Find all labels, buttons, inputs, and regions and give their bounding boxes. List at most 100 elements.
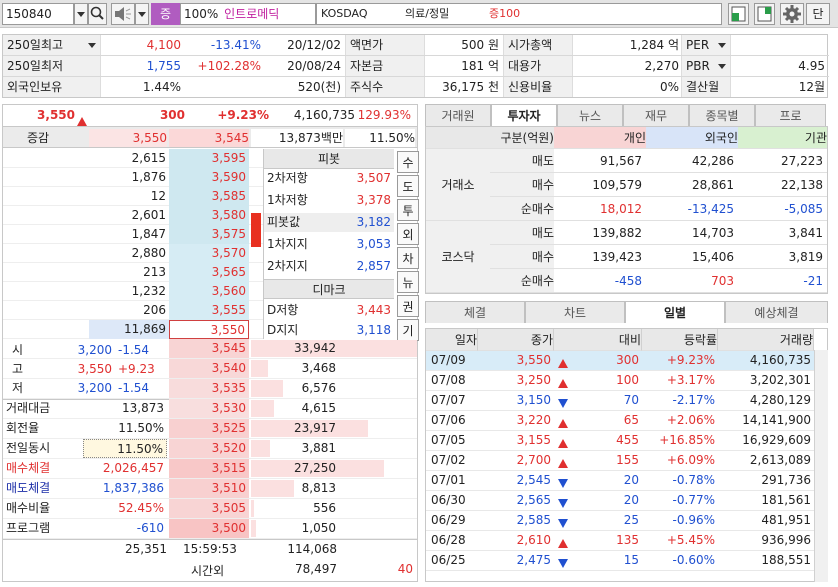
ohl-pct: -1.54 — [118, 381, 150, 395]
ask-volume: 1,232 — [131, 284, 166, 298]
daily-volume: 14,141,900 — [742, 413, 811, 427]
ask-price[interactable]: 3,550 — [169, 320, 249, 339]
code-dropdown-button[interactable] — [74, 3, 88, 25]
subst-value: 2,270 — [644, 59, 679, 73]
investor-cell: 15,406 — [646, 245, 738, 269]
stat-value: 11.50% — [83, 439, 167, 458]
daily-pct: +9.23% — [666, 353, 715, 367]
daily-row[interactable]: 06/25 2,475 15 -0.60% 188,551 — [426, 551, 827, 571]
info-tab[interactable]: 프로 — [755, 104, 826, 126]
bid-volume: 556 — [313, 501, 336, 515]
bid-price[interactable]: 3,505 — [169, 499, 249, 518]
up-arrow-icon — [558, 436, 568, 450]
ask-price[interactable]: 3,570 — [169, 244, 249, 263]
sound-button[interactable] — [111, 3, 135, 25]
layout-button-2[interactable] — [754, 3, 775, 25]
daily-row[interactable]: 07/07 3,150 70 -2.17% 4,280,129 — [426, 391, 827, 411]
side-tab[interactable]: 도 — [397, 175, 419, 197]
ask-row: 2,615 3,595 — [3, 149, 263, 168]
pivot-title: 피봇 — [264, 149, 394, 169]
stock-name-box[interactable]: 100% 인트로메딕 — [180, 3, 316, 25]
bid-price[interactable]: 3,515 — [169, 459, 249, 478]
ask-total: 25,351 — [125, 542, 167, 556]
ask-price[interactable]: 3,555 — [169, 301, 249, 320]
investor-header-cell: 구분(억원) — [426, 127, 554, 149]
bid-price[interactable]: 3,500 — [169, 519, 249, 538]
trade-tab[interactable]: 일별 — [625, 301, 725, 323]
ask-price[interactable]: 3,580 — [169, 206, 249, 225]
chevron-down-icon — [718, 64, 726, 69]
per-dropdown[interactable] — [715, 35, 729, 55]
daily-header-cell: 등락률 — [642, 329, 718, 351]
ask-price[interactable]: 3,595 — [169, 149, 249, 168]
best-bid: 3,545 — [169, 129, 249, 147]
info-tab[interactable]: 종목별 — [689, 104, 755, 126]
settings-button[interactable] — [780, 3, 804, 25]
ask-price[interactable]: 3,585 — [169, 187, 249, 206]
info-tab[interactable]: 투자자 — [491, 104, 557, 126]
ask-price[interactable]: 3,590 — [169, 168, 249, 187]
ohl-pct: -1.54 — [118, 343, 150, 357]
pbr-dropdown[interactable] — [715, 56, 729, 76]
daily-row[interactable]: 07/05 3,155 455 +16.85% 16,929,609 — [426, 431, 827, 451]
side-tab[interactable]: 차 — [397, 247, 419, 269]
daily-row[interactable]: 07/09 3,550 300 +9.23% 4,160,735 — [426, 351, 827, 371]
info-tab[interactable]: 뉴스 — [557, 104, 623, 126]
stock-code-input[interactable]: 150840 — [2, 3, 74, 25]
investor-cell: 42,286 — [646, 149, 738, 173]
bid-price[interactable]: 3,530 — [169, 399, 249, 418]
chevron-down-icon — [138, 12, 146, 17]
bid-price[interactable]: 3,510 — [169, 479, 249, 498]
quote-time: 15:59:53 — [183, 542, 237, 556]
trade-volume: 4,160,735 — [293, 108, 355, 122]
investor-cell: 14,703 — [646, 221, 738, 245]
trade-tab[interactable]: 차트 — [525, 301, 625, 323]
side-tab[interactable]: 투 — [397, 199, 419, 221]
bid-price[interactable]: 3,540 — [169, 359, 249, 378]
bid-price[interactable]: 3,520 — [169, 439, 249, 458]
stock-info-box: KOSDAQ 의료/정밀 증100 — [316, 3, 722, 25]
daily-row[interactable]: 07/08 3,250 100 +3.17% 3,202,301 — [426, 371, 827, 391]
daily-row[interactable]: 06/30 2,565 20 -0.77% 181,561 — [426, 491, 827, 511]
ask-price[interactable]: 3,560 — [169, 282, 249, 301]
trade-tab[interactable]: 체결 — [425, 301, 525, 323]
side-tab[interactable]: 기 — [397, 319, 419, 341]
side-tab[interactable]: 수 — [397, 151, 419, 173]
single-button[interactable]: 단 — [806, 3, 830, 25]
sound-dropdown-button[interactable] — [135, 3, 149, 25]
high250-label[interactable]: 250일최고 — [3, 35, 101, 55]
foreign-shares: 520(천) — [297, 80, 341, 94]
search-button[interactable] — [88, 3, 107, 25]
side-tab[interactable]: 권 — [397, 295, 419, 317]
bid-price[interactable]: 3,545 — [169, 339, 249, 358]
daily-row[interactable]: 06/28 2,610 135 +5.45% 936,996 — [426, 531, 827, 551]
info-tab[interactable]: 거래원 — [425, 104, 491, 126]
stat-label: 매수비율 — [6, 501, 51, 515]
trade-tab[interactable]: 예상체결 — [725, 301, 828, 323]
daily-pct: -0.60% — [672, 553, 715, 567]
daily-scrollbar[interactable] — [814, 350, 828, 582]
bid-price[interactable]: 3,535 — [169, 379, 249, 398]
bid-price[interactable]: 3,525 — [169, 419, 249, 438]
search-icon — [90, 6, 104, 20]
info-tab[interactable]: 재무 — [623, 104, 689, 126]
side-tab[interactable]: 외 — [397, 223, 419, 245]
trade-tab-bar: 체결 차트 일별 예상체결 — [425, 301, 828, 323]
stock-code-text: 150840 — [6, 7, 52, 21]
pivot-value: 3,378 — [356, 193, 391, 207]
daily-row[interactable]: 06/29 2,585 25 -0.96% 481,951 — [426, 511, 827, 531]
investor-row-label: 순매수 — [490, 197, 554, 221]
ask-price[interactable]: 3,575 — [169, 225, 249, 244]
layout-button-1[interactable] — [728, 3, 749, 25]
daily-row[interactable]: 07/01 2,545 20 -0.78% 291,736 — [426, 471, 827, 491]
investor-cell: 3,819 — [738, 245, 827, 269]
ask-price[interactable]: 3,565 — [169, 263, 249, 282]
ask-volume: 2,615 — [131, 151, 166, 165]
ohl-price: 3,200 — [77, 343, 112, 357]
investor-row-label: 매수 — [490, 173, 554, 197]
daily-pct: +2.06% — [666, 413, 715, 427]
daily-row[interactable]: 07/06 3,220 65 +2.06% 14,141,900 — [426, 411, 827, 431]
daily-row[interactable]: 07/02 2,700 155 +6.09% 2,613,089 — [426, 451, 827, 471]
speaker-icon — [115, 7, 131, 21]
side-tab[interactable]: 뉴 — [397, 271, 419, 293]
